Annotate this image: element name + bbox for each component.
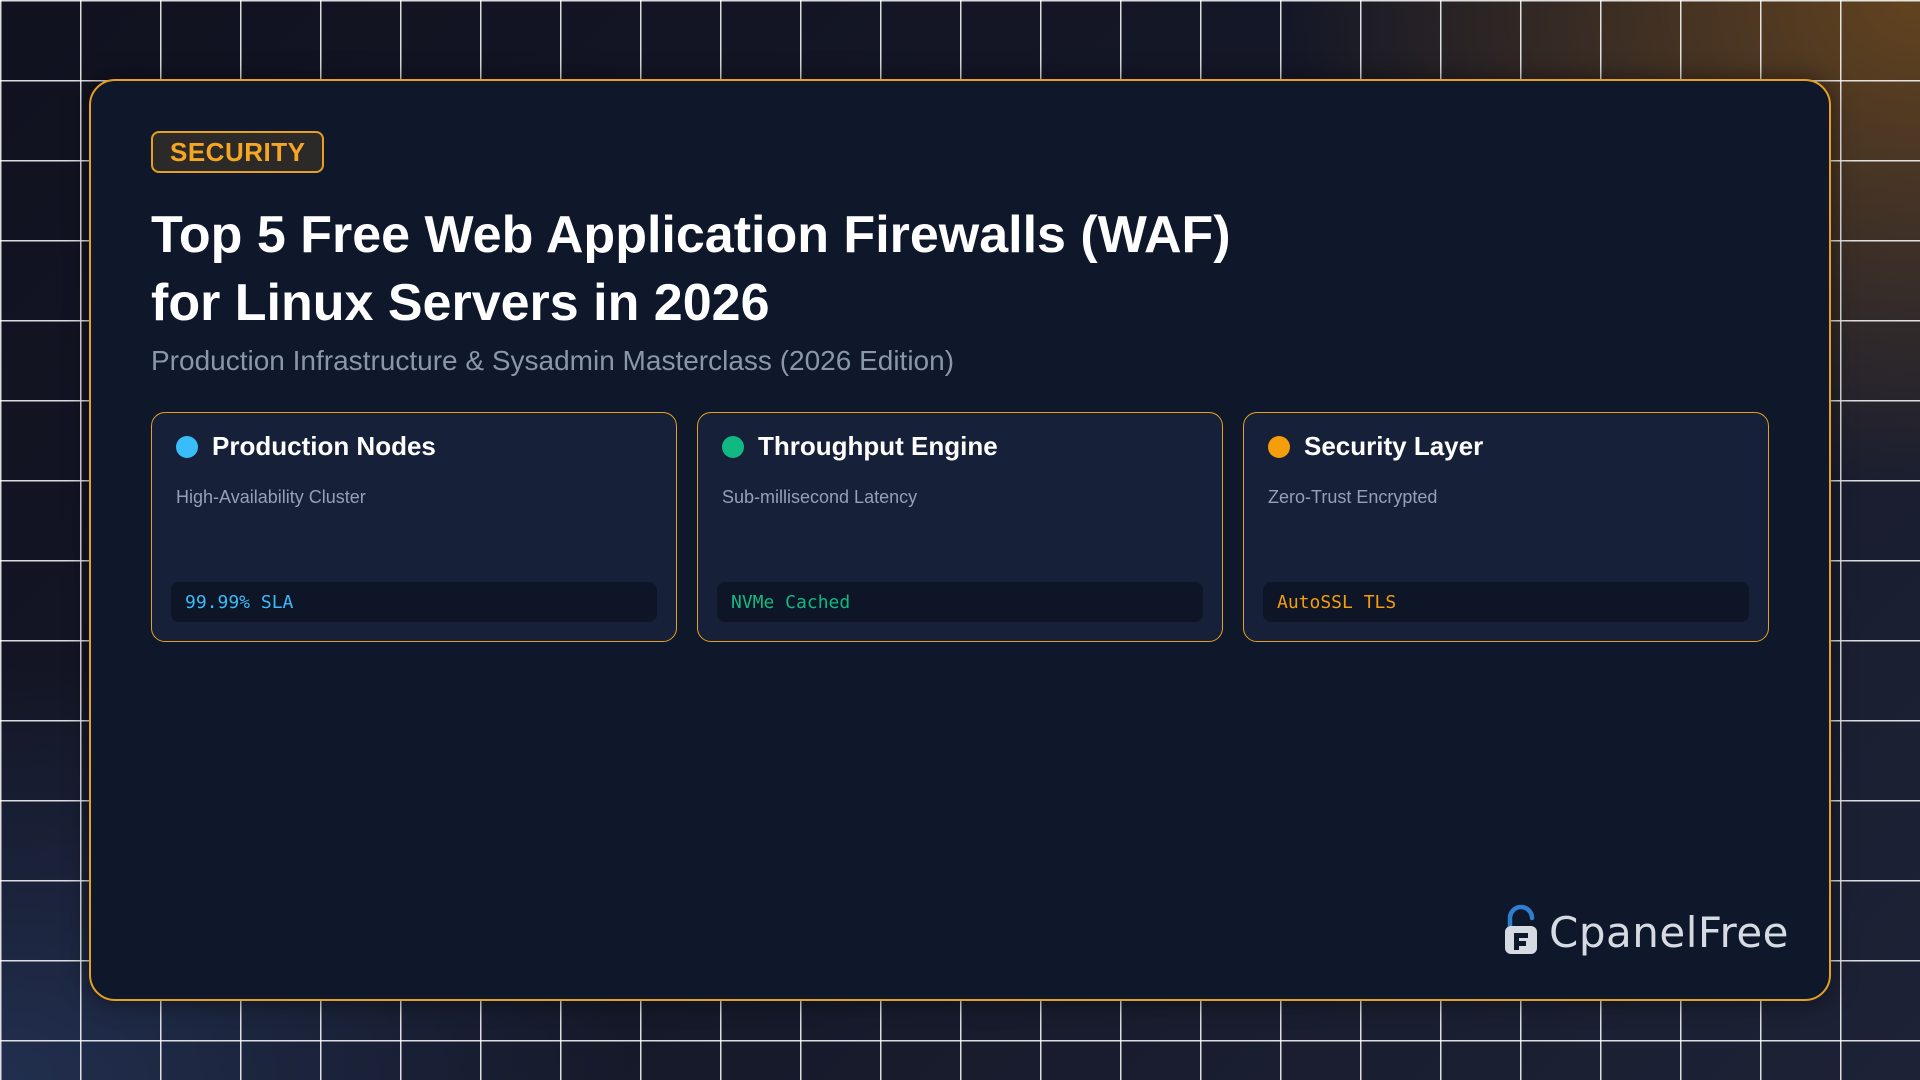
feature-description: Sub-millisecond Latency [722,487,918,507]
article-card: SECURITY Top 5 Free Web Application Fire… [89,79,1831,1001]
feature-title: Throughput Engine [758,431,998,461]
feature-description: Zero-Trust Encrypted [1268,487,1438,507]
page-subtitle: Production Infrastructure & Sysadmin Mas… [151,345,955,376]
feature-card-security-layer: Security Layer Zero-Trust Encrypted Auto… [1243,412,1769,642]
status-dot-icon [176,435,198,458]
feature-header: Throughput Engine [722,431,998,462]
feature-description: High-Availability Cluster [176,487,366,507]
feature-tag: AutoSSL TLS [1263,582,1749,622]
feature-card-throughput-engine: Throughput Engine Sub-millisecond Latenc… [697,412,1223,642]
status-dot-icon [722,435,744,458]
feature-cards: Production Nodes High-Availability Clust… [151,412,1769,642]
page-title: Top 5 Free Web Application Firewalls (WA… [151,206,1231,332]
padlock-logo-icon [1501,902,1541,963]
feature-header: Security Layer [1268,431,1483,462]
feature-card-production-nodes: Production Nodes High-Availability Clust… [151,412,677,642]
feature-tag: 99.99% SLA [171,582,657,622]
feature-tag: NVMe Cached [717,582,1203,622]
brand-name: CpanelFree [1549,908,1789,957]
feature-title: Security Layer [1304,431,1484,461]
status-dot-icon [1268,435,1290,458]
feature-title: Production Nodes [212,431,436,461]
feature-header: Production Nodes [176,431,436,462]
category-badge[interactable]: SECURITY [151,131,325,173]
brand-logo[interactable]: CpanelFree [1501,902,1789,963]
